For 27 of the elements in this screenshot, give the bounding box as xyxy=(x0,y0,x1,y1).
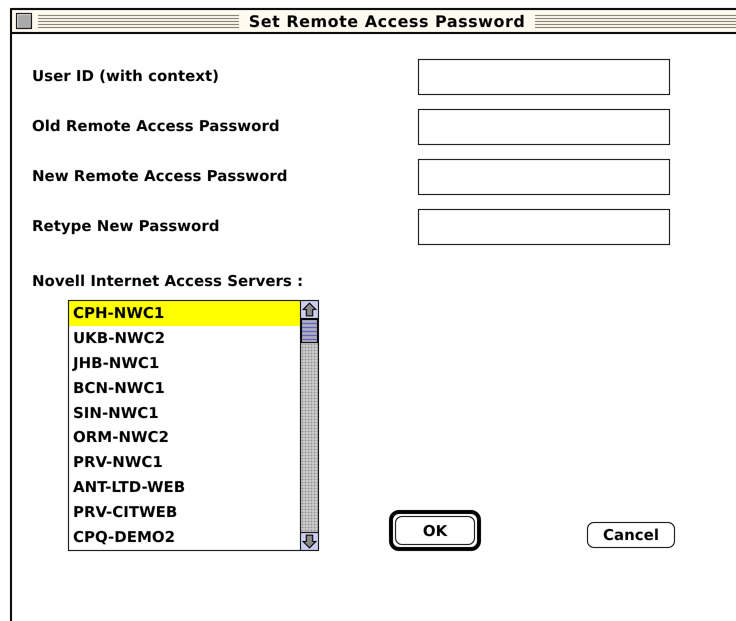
list-item[interactable]: JHB-NWC1 xyxy=(69,350,300,376)
list-item[interactable]: ANT-LTD-WEB xyxy=(69,475,300,500)
field-label: User ID (with context) xyxy=(32,66,220,85)
list-item[interactable]: SIN-NWC1 xyxy=(69,400,300,426)
window-title: Set Remote Access Password xyxy=(248,12,526,30)
button-label: OK xyxy=(395,516,475,545)
field-label: Retype New Password xyxy=(32,216,220,235)
ok-button[interactable]: OK xyxy=(389,510,481,551)
text-field[interactable] xyxy=(418,109,670,145)
scroll-thumb[interactable] xyxy=(301,319,318,343)
text-field[interactable] xyxy=(418,159,670,195)
list-item[interactable]: UKB-NWC2 xyxy=(69,326,300,351)
list-label: Novell Internet Access Servers : xyxy=(32,272,304,290)
list-item[interactable]: CPH-NWC1 xyxy=(69,301,300,326)
text-field[interactable] xyxy=(418,59,670,95)
scroll-up-arrow-icon[interactable] xyxy=(301,301,318,318)
list-item[interactable]: BCN-NWC1 xyxy=(69,376,300,401)
list-item[interactable]: ORM-NWC2 xyxy=(69,425,300,450)
list-item[interactable]: PRV-NWC1 xyxy=(69,450,300,476)
field-label: Old Remote Access Password xyxy=(32,116,280,135)
list-item[interactable]: CPQ-DEMO2 xyxy=(69,525,300,550)
close-box[interactable] xyxy=(16,13,32,29)
text-field[interactable] xyxy=(418,209,670,245)
list-item[interactable]: PRV-CITWEB xyxy=(69,500,300,526)
field-label: New Remote Access Password xyxy=(32,166,288,185)
cancel-button[interactable]: Cancel xyxy=(587,522,675,548)
scroll-down-arrow-icon[interactable] xyxy=(301,533,318,550)
